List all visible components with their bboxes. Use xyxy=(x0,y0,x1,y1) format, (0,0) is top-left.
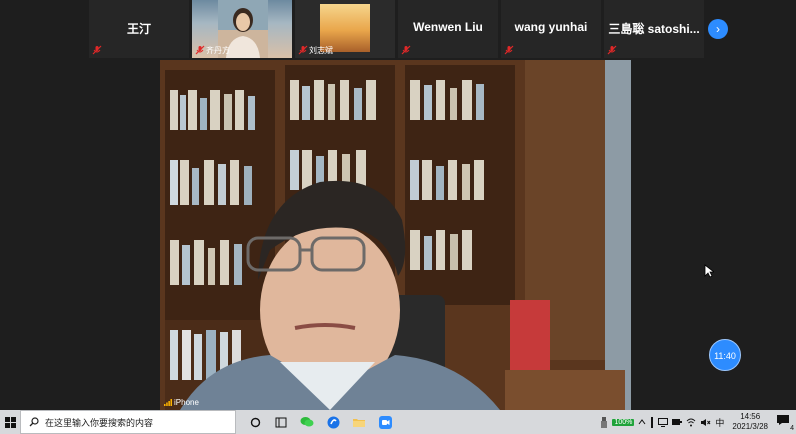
mic-muted-icon xyxy=(195,45,205,55)
usb-device-icon[interactable] xyxy=(600,416,608,428)
mic-muted-icon xyxy=(607,45,617,55)
multitask-icon xyxy=(275,417,287,427)
taskbar-apps xyxy=(242,410,398,434)
participant-tile-satoshi[interactable]: 三島聡 satoshi... xyxy=(604,0,704,58)
taskbar-app-multitask[interactable] xyxy=(268,410,294,434)
windows-logo-icon xyxy=(4,416,16,428)
start-button[interactable] xyxy=(0,410,20,434)
mic-muted-icon xyxy=(504,45,514,55)
taskbar-app-zoom[interactable] xyxy=(372,410,398,434)
participant-tile-wang-ting[interactable]: 王汀 xyxy=(89,0,189,58)
notification-icon xyxy=(777,415,789,425)
search-icon xyxy=(29,417,39,427)
battery-indicator[interactable]: 100% xyxy=(612,418,635,426)
task-view-icon xyxy=(250,417,260,427)
participant-tile-video-2[interactable]: 刘志斌 xyxy=(295,0,395,58)
mouse-cursor-icon xyxy=(704,264,714,278)
participant-name: 三島聡 satoshi... xyxy=(608,22,700,36)
participant-tile-video-1[interactable]: 齐丹方 xyxy=(192,0,292,58)
wechat-icon xyxy=(300,417,314,427)
participant-name: wang yunhai xyxy=(514,20,588,34)
device-label: iPhone xyxy=(164,398,199,407)
mic-muted-icon xyxy=(298,45,308,55)
clock-date: 2021/3/28 xyxy=(732,422,768,431)
notification-count: 4 xyxy=(790,425,794,432)
meeting-window: 王汀 齐丹方 刘志斌 Wenwen Liu wang yunhai 三島聡 sa… xyxy=(0,0,796,410)
signal-strength-icon xyxy=(164,399,172,406)
system-tray: 100% 中 14:56 2021/3/28 4 xyxy=(600,410,796,434)
participant-name: 王汀 xyxy=(126,22,151,36)
next-page-button[interactable]: › xyxy=(708,19,728,39)
device-name: iPhone xyxy=(174,398,199,407)
input-method-indicator[interactable]: 中 xyxy=(715,416,724,429)
participant-caption: 齐丹方 xyxy=(206,46,230,55)
windows-taskbar: 在这里输入你要搜索的内容 100% 中 14:56 2021/3/28 4 xyxy=(0,410,796,434)
taskbar-app-browser[interactable] xyxy=(320,410,346,434)
zoom-icon xyxy=(378,415,392,429)
mic-muted-icon xyxy=(401,45,411,55)
mic-muted-icon xyxy=(92,45,102,55)
notification-center-button[interactable]: 4 xyxy=(776,414,794,432)
participant-tile-wenwen-liu[interactable]: Wenwen Liu xyxy=(398,0,498,58)
pen-icon[interactable] xyxy=(650,416,654,428)
meeting-timer[interactable]: 11:40 xyxy=(709,339,741,371)
clock-time: 14:56 xyxy=(740,412,761,421)
participant-tile-wang-yunhai[interactable]: wang yunhai xyxy=(501,0,601,58)
folder-icon xyxy=(353,418,365,427)
participant-caption: 刘志斌 xyxy=(309,46,333,55)
taskbar-clock[interactable]: 14:56 2021/3/28 xyxy=(728,412,772,432)
taskbar-app-wechat[interactable] xyxy=(294,410,320,434)
task-view-button[interactable] xyxy=(242,410,268,434)
wifi-icon[interactable] xyxy=(686,418,696,427)
taskbar-search-box[interactable]: 在这里输入你要搜索的内容 xyxy=(20,410,236,434)
search-placeholder: 在这里输入你要搜索的内容 xyxy=(45,417,154,428)
taskbar-app-file-explorer[interactable] xyxy=(346,410,372,434)
display-icon[interactable] xyxy=(658,417,669,427)
participant-name: Wenwen Liu xyxy=(413,20,483,34)
browser-icon xyxy=(327,416,339,428)
speaker-video-scene xyxy=(160,60,631,410)
network-icon[interactable] xyxy=(672,418,683,426)
participant-strip: 王汀 齐丹方 刘志斌 Wenwen Liu wang yunhai 三島聡 sa… xyxy=(89,0,704,58)
active-speaker-video: iPhone xyxy=(160,60,631,410)
volume-muted-icon[interactable] xyxy=(700,418,711,427)
chevron-up-icon[interactable] xyxy=(638,419,646,425)
